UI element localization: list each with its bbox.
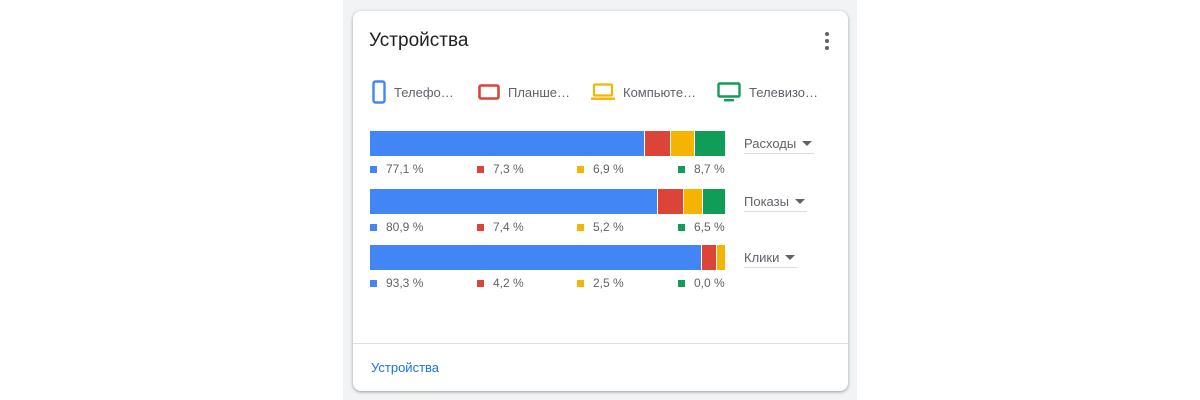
card-title: Устройства [369,30,469,51]
dropdown-arrow-icon [794,198,805,204]
devices-report-link[interactable]: Устройства [371,360,439,375]
footer-divider [353,343,848,344]
bar-segment-tv [694,131,725,156]
percent-row: 80,9 % 7,4 % 5,2 % 6,5 % [370,219,730,235]
metric-dropdown-clicks[interactable]: Клики [744,247,798,268]
tablet-color-dot [477,279,484,287]
phone-color-dot [370,279,377,287]
percent-row: 77,1 % 7,3 % 6,9 % 8,7 % [370,161,730,177]
phone-color-dot [370,223,377,231]
percent-phone: 80,9 % [370,219,423,235]
percent-row: 93,3 % 4,2 % 2,5 % 0,0 % [370,275,730,291]
tv-color-dot [678,165,685,173]
computer-color-dot [577,223,584,231]
bar-segment-computer [716,245,725,270]
devices-card: Устройства Телефо… Планше… Компьюте… Тел… [353,11,848,391]
legend-item-phone[interactable]: Телефо… [372,80,454,104]
device-legend: Телефо… Планше… Компьюте… Телевизо… [372,80,842,104]
stacked-bar [370,131,725,156]
percent-computer: 6,9 % [577,161,624,177]
bar-segment-phone [370,131,644,156]
percent-tv: 8,7 % [678,161,725,177]
metric-dropdown-spend[interactable]: Расходы [744,133,815,154]
bar-segment-tablet [657,189,684,214]
legend-label: Планше… [508,84,570,100]
tv-color-dot [678,279,685,287]
more-options-button[interactable] [815,29,839,53]
percent-computer: 5,2 % [577,219,624,235]
bar-segment-computer [669,131,695,156]
tv-icon [717,82,741,102]
percent-computer: 2,5 % [577,275,624,291]
bar-segment-tablet [701,245,717,270]
dropdown-arrow-icon [802,140,813,146]
computer-icon [591,83,615,100]
percent-tv: 0,0 % [678,275,725,291]
metric-dropdown-impressions[interactable]: Показы [744,191,807,212]
percent-tablet: 7,4 % [477,219,524,235]
percent-phone: 93,3 % [370,275,423,291]
bar-segment-computer [683,189,702,214]
computer-color-dot [577,279,584,287]
percent-tv: 6,5 % [678,219,725,235]
legend-item-tv[interactable]: Телевизо… [717,80,818,104]
tablet-color-dot [477,165,484,173]
legend-label: Телефо… [394,84,454,100]
percent-phone: 77,1 % [370,161,423,177]
bar-segment-tablet [643,131,670,156]
phone-icon [372,80,386,104]
phone-color-dot [370,165,377,173]
tv-color-dot [678,223,685,231]
legend-label: Компьюте… [623,84,697,100]
tablet-color-dot [477,223,484,231]
more-vert-icon [825,32,829,36]
legend-label: Телевизо… [749,84,819,100]
bar-segment-tv [701,189,725,214]
legend-item-computer[interactable]: Компьюте… [591,80,696,104]
percent-tablet: 4,2 % [477,275,524,291]
computer-color-dot [577,165,584,173]
percent-tablet: 7,3 % [477,161,524,177]
bar-segment-phone [370,189,658,214]
legend-item-tablet[interactable]: Планше… [478,80,570,104]
dropdown-arrow-icon [785,254,796,260]
tablet-icon [478,84,500,100]
stacked-bar [370,189,725,214]
stacked-bar [370,245,725,270]
bar-segment-phone [370,245,702,270]
